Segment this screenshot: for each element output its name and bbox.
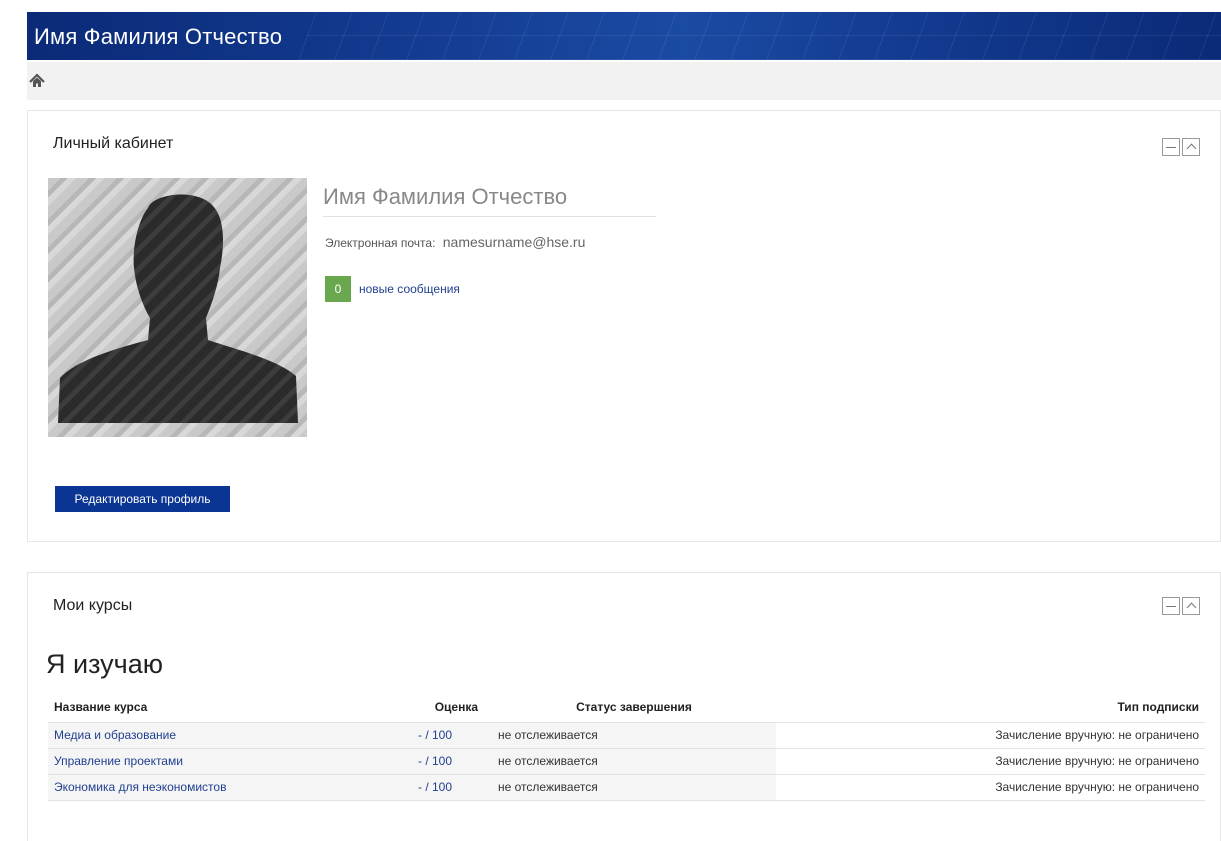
table-row: Медиа и образование - / 100 не отслежива… bbox=[48, 722, 1205, 749]
collapse-icon[interactable] bbox=[1182, 138, 1200, 156]
header-title: Имя Фамилия Отчество bbox=[34, 24, 283, 49]
grade-link[interactable]: - / 100 bbox=[418, 728, 452, 742]
course-name-cell: Медиа и образование bbox=[48, 722, 412, 749]
user-silhouette-icon bbox=[58, 194, 298, 423]
status-cell: не отслеживается bbox=[492, 722, 776, 749]
courses-block: Мои курсы Я изучаю Название курса Оценка… bbox=[27, 572, 1221, 841]
status-cell: не отслеживается bbox=[492, 748, 776, 775]
table-row: Экономика для неэкономистов - / 100 не о… bbox=[48, 774, 1205, 801]
column-header-subscription[interactable]: Тип подписки bbox=[776, 692, 1205, 723]
collapse-icon[interactable] bbox=[1182, 597, 1200, 615]
header-pattern bbox=[298, 12, 1221, 60]
table-header-row: Название курса Оценка Статус завершения … bbox=[48, 692, 1205, 723]
course-link[interactable]: Экономика для неэкономистов bbox=[54, 780, 226, 794]
grade-cell: - / 100 bbox=[412, 774, 492, 801]
grade-cell: - / 100 bbox=[412, 722, 492, 749]
edit-profile-button[interactable]: Редактировать профиль bbox=[55, 486, 230, 512]
profile-full-name: Имя Фамилия Отчество bbox=[323, 184, 568, 209]
grade-link[interactable]: - / 100 bbox=[418, 780, 452, 794]
avatar bbox=[48, 178, 307, 437]
email-label: Электронная почта: bbox=[325, 236, 436, 250]
email-value: namesurname@hse.ru bbox=[442, 234, 586, 250]
profile-block: Личный кабинет Имя Фамилия Отчество Элек… bbox=[27, 110, 1221, 542]
email-row: Электронная почта: namesurname@hse.ru bbox=[325, 234, 585, 250]
course-link[interactable]: Управление проектами bbox=[54, 754, 183, 768]
status-cell: не отслеживается bbox=[492, 774, 776, 801]
courses-block-title: Мои курсы bbox=[53, 597, 133, 614]
column-header-status[interactable]: Статус завершения bbox=[492, 692, 776, 723]
subscription-cell: Зачисление вручную: не ограничено bbox=[776, 774, 1205, 801]
column-header-course-name[interactable]: Название курса bbox=[48, 692, 412, 723]
table-row: Управление проектами - / 100 не отслежив… bbox=[48, 748, 1205, 775]
courses-table: Название курса Оценка Статус завершения … bbox=[48, 692, 1205, 801]
minimize-icon[interactable] bbox=[1162, 597, 1180, 615]
subscription-cell: Зачисление вручную: не ограничено bbox=[776, 748, 1205, 775]
course-name-cell: Экономика для неэкономистов bbox=[48, 774, 412, 801]
home-icon[interactable] bbox=[27, 71, 47, 91]
name-divider bbox=[323, 216, 656, 217]
subscription-cell: Зачисление вручную: не ограничено bbox=[776, 722, 1205, 749]
profile-block-controls bbox=[1162, 138, 1200, 156]
course-link[interactable]: Медиа и образование bbox=[54, 728, 176, 742]
profile-block-title: Личный кабинет bbox=[53, 135, 174, 152]
messages-count-badge: 0 bbox=[325, 276, 351, 302]
courses-block-controls bbox=[1162, 597, 1200, 615]
minimize-icon[interactable] bbox=[1162, 138, 1180, 156]
column-header-grade[interactable]: Оценка bbox=[412, 692, 492, 723]
grade-cell: - / 100 bbox=[412, 748, 492, 775]
grade-link[interactable]: - / 100 bbox=[418, 754, 452, 768]
courses-heading: Я изучаю bbox=[46, 649, 163, 679]
breadcrumb-bar bbox=[27, 62, 1221, 100]
course-name-cell: Управление проектами bbox=[48, 748, 412, 775]
site-header: Имя Фамилия Отчество bbox=[27, 12, 1221, 60]
new-messages-link[interactable]: новые сообщения bbox=[359, 282, 460, 296]
